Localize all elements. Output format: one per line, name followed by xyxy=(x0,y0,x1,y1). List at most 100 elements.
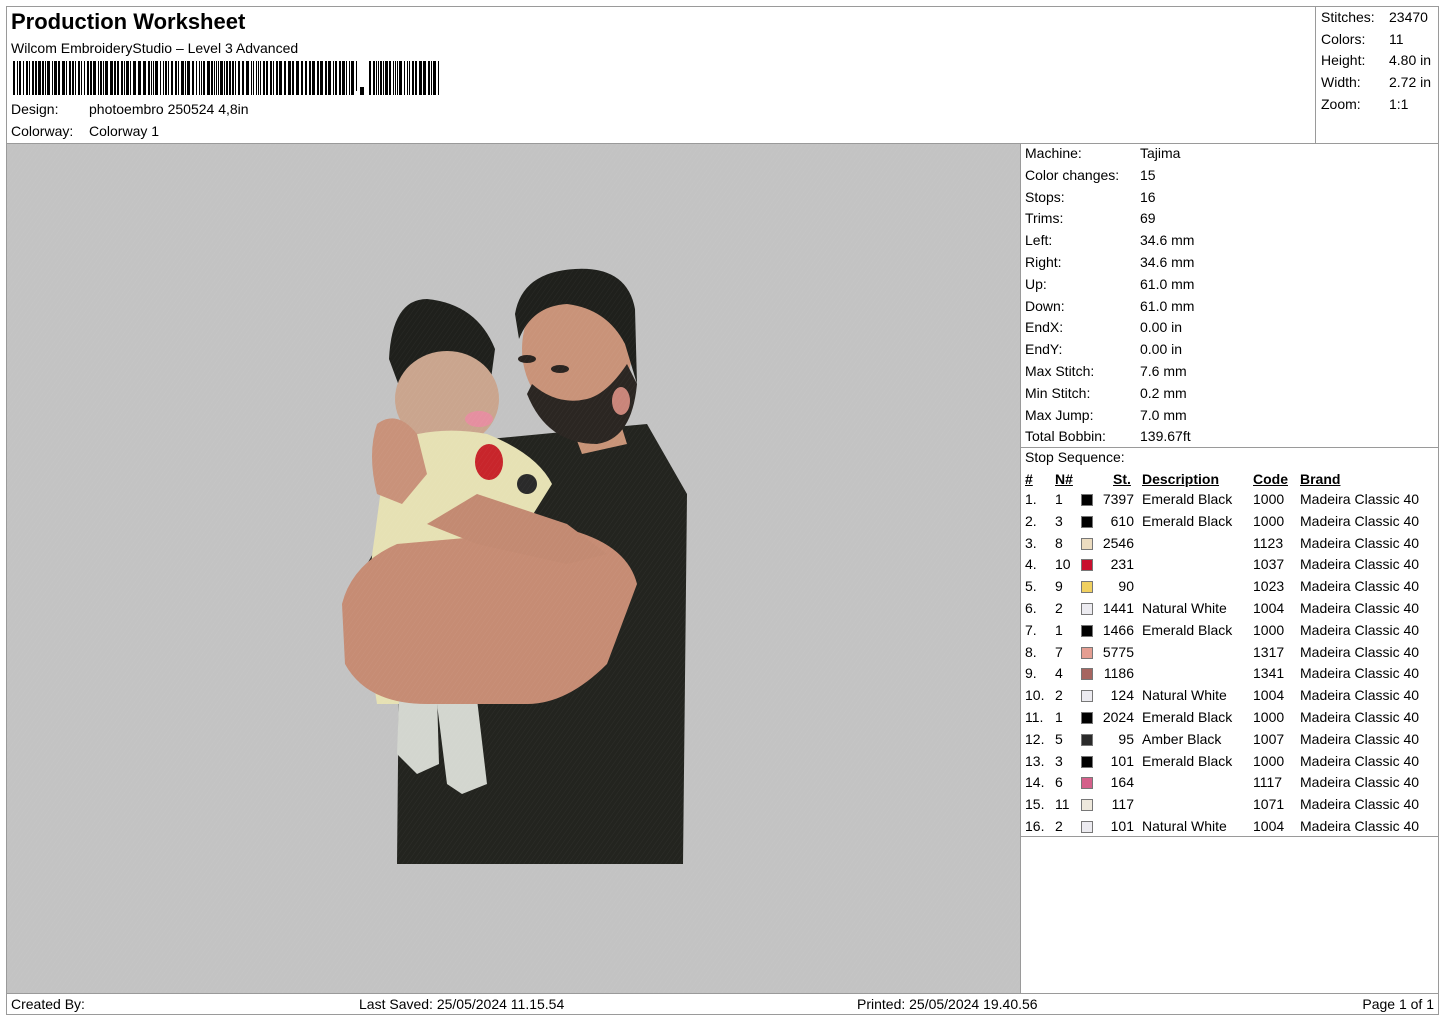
design-label: Design: xyxy=(11,101,59,117)
machine-label: Down: xyxy=(1025,297,1065,314)
stop-brand: Madeira Classic 40 xyxy=(1300,643,1420,660)
stop-code: 1037 xyxy=(1253,556,1285,573)
machine-value: 61.0 mm xyxy=(1140,297,1195,314)
color-swatch xyxy=(1081,515,1093,528)
stop-row: 14. 6 164 1117 Madeira Classic 40 xyxy=(1021,774,1438,796)
summary-row: Height: 4.80 in xyxy=(1321,52,1431,69)
last-saved: Last Saved: 25/05/2024 11.15.54 xyxy=(359,996,565,1012)
color-swatch xyxy=(1081,755,1093,768)
machine-value: Tajima xyxy=(1140,145,1181,161)
stop-brand: Madeira Classic 40 xyxy=(1300,512,1420,529)
printed-date: Printed: 25/05/2024 19.40.56 xyxy=(857,996,1038,1012)
stop-description: Emerald Black xyxy=(1142,512,1233,529)
stop-stitches: 164 xyxy=(1110,774,1134,791)
colorway-label: Colorway: xyxy=(11,123,74,139)
stop-brand: Madeira Classic 40 xyxy=(1300,774,1420,791)
stop-row: 6. 2 1441 Natural White 1004 Madeira Classic … xyxy=(1021,600,1438,622)
machine-row: Max Stitch: 7.6 mm xyxy=(1025,363,1187,379)
stop-index: 5. xyxy=(1025,578,1037,595)
machine-row: Max Jump: 7.0 mm xyxy=(1025,407,1187,423)
machine-value: 34.6 mm xyxy=(1140,254,1195,270)
stop-stitches: 101 xyxy=(1110,752,1134,769)
design-preview xyxy=(6,143,1021,994)
machine-row: EndX: 0.00 in xyxy=(1025,319,1182,336)
stop-index: 11. xyxy=(1025,709,1044,725)
stop-row: 10. 2 124 Natural White 1004 Madeira Classic … xyxy=(1021,687,1438,709)
stop-sequence-title: Stop Sequence: xyxy=(1025,449,1125,465)
stop-brand: Madeira Classic 40 xyxy=(1300,621,1420,638)
stop-index: 13. xyxy=(1025,752,1045,769)
color-swatch xyxy=(1081,733,1093,746)
machine-row: EndY: 0.00 in xyxy=(1025,341,1182,357)
color-swatch xyxy=(1081,624,1093,637)
stop-code: 1004 xyxy=(1253,687,1285,704)
stop-index: 7. xyxy=(1025,621,1037,638)
machine-value: 139.67ft xyxy=(1140,428,1191,445)
stop-stitches: 2024 xyxy=(1102,709,1134,725)
machine-row: Down: 61.0 mm xyxy=(1025,297,1194,314)
stop-needle: 10 xyxy=(1055,556,1071,573)
color-swatch xyxy=(1081,537,1093,550)
machine-value: 7.0 mm xyxy=(1140,406,1187,423)
machine-value: 69 xyxy=(1140,210,1156,227)
summary-label: Width: xyxy=(1321,74,1361,91)
summary-value: 1:1 xyxy=(1389,95,1409,112)
stop-needle: 5 xyxy=(1055,730,1063,747)
stop-row: 3. 8 2546 1123 Madeira Classic 40 xyxy=(1021,535,1438,557)
machine-value: 34.6 mm xyxy=(1140,232,1195,249)
machine-label: Min Stitch: xyxy=(1025,384,1091,401)
machine-value: 16 xyxy=(1140,188,1156,205)
machine-label: Left: xyxy=(1025,232,1053,249)
machine-label: Machine: xyxy=(1025,145,1082,161)
stop-index: 10. xyxy=(1025,687,1045,704)
summary-label: Stitches: xyxy=(1321,9,1375,25)
stop-code: 1071 xyxy=(1253,796,1285,813)
summary-row: Width: 2.72 in xyxy=(1321,74,1431,91)
stop-brand: Madeira Classic 40 xyxy=(1300,796,1420,813)
stop-needle: 4 xyxy=(1055,665,1063,682)
colorway-value: Colorway 1 xyxy=(89,123,160,139)
stop-stitches: 101 xyxy=(1110,818,1134,834)
stop-brand: Madeira Classic 40 xyxy=(1300,556,1420,573)
stop-description: Natural White xyxy=(1142,600,1227,616)
summary-row: Colors: 11 xyxy=(1321,31,1404,47)
summary-label: Zoom: xyxy=(1321,95,1361,112)
stop-needle: 8 xyxy=(1055,534,1063,551)
stop-row: 8. 7 5775 1317 Madeira Classic 40 xyxy=(1021,644,1438,666)
stop-sequence-panel: Stop Sequence: # N# St. Description Code… xyxy=(1020,447,1439,837)
machine-value: 0.00 in xyxy=(1140,319,1183,336)
summary-label: Height: xyxy=(1321,52,1366,69)
stop-code: 1023 xyxy=(1253,578,1285,595)
stop-needle: 3 xyxy=(1055,752,1063,769)
summary-value: 23470 xyxy=(1389,9,1428,25)
created-by: Created By: xyxy=(11,996,85,1012)
stop-needle: 7 xyxy=(1055,643,1063,660)
design-summary: Stitches: 23470 Colors: 11 Height: 4.80 in Wid… xyxy=(1315,7,1441,143)
machine-row: Trims: 69 xyxy=(1025,210,1156,226)
page-number: Page 1 of 1 xyxy=(1362,996,1434,1012)
stop-sequence-spacer xyxy=(1020,836,1439,994)
stop-needle: 2 xyxy=(1055,818,1063,834)
stop-code: 1117 xyxy=(1253,774,1283,791)
stop-brand: Madeira Classic 40 xyxy=(1300,578,1420,595)
stop-code: 1000 xyxy=(1253,752,1285,769)
summary-value: 11 xyxy=(1389,30,1404,47)
machine-label: EndX: xyxy=(1025,319,1064,336)
summary-row: Zoom: 1:1 xyxy=(1321,95,1408,112)
machine-label: Stops: xyxy=(1025,188,1065,205)
stop-stitches: 95 xyxy=(1118,730,1134,747)
stop-brand: Madeira Classic 40 xyxy=(1300,730,1420,747)
stop-row: 7. 1 1466 Emerald Black 1000 Madeira Classic … xyxy=(1021,622,1438,644)
stop-row: 12. 5 95 Amber Black 1007 Madeira Classic 40 xyxy=(1021,731,1438,753)
color-swatch xyxy=(1081,494,1093,506)
stop-description: Natural White xyxy=(1142,818,1227,834)
stop-stitches: 90 xyxy=(1118,578,1134,595)
stop-code: 1000 xyxy=(1253,709,1285,725)
machine-label: Max Stitch: xyxy=(1025,363,1095,379)
stop-brand: Madeira Classic 40 xyxy=(1300,491,1420,507)
stop-needle: 1 xyxy=(1055,709,1063,725)
stop-stitches: 610 xyxy=(1110,512,1134,529)
machine-value: 7.6 mm xyxy=(1140,363,1187,379)
col-header-description: Description xyxy=(1142,471,1220,487)
stop-stitches: 7397 xyxy=(1102,491,1134,507)
